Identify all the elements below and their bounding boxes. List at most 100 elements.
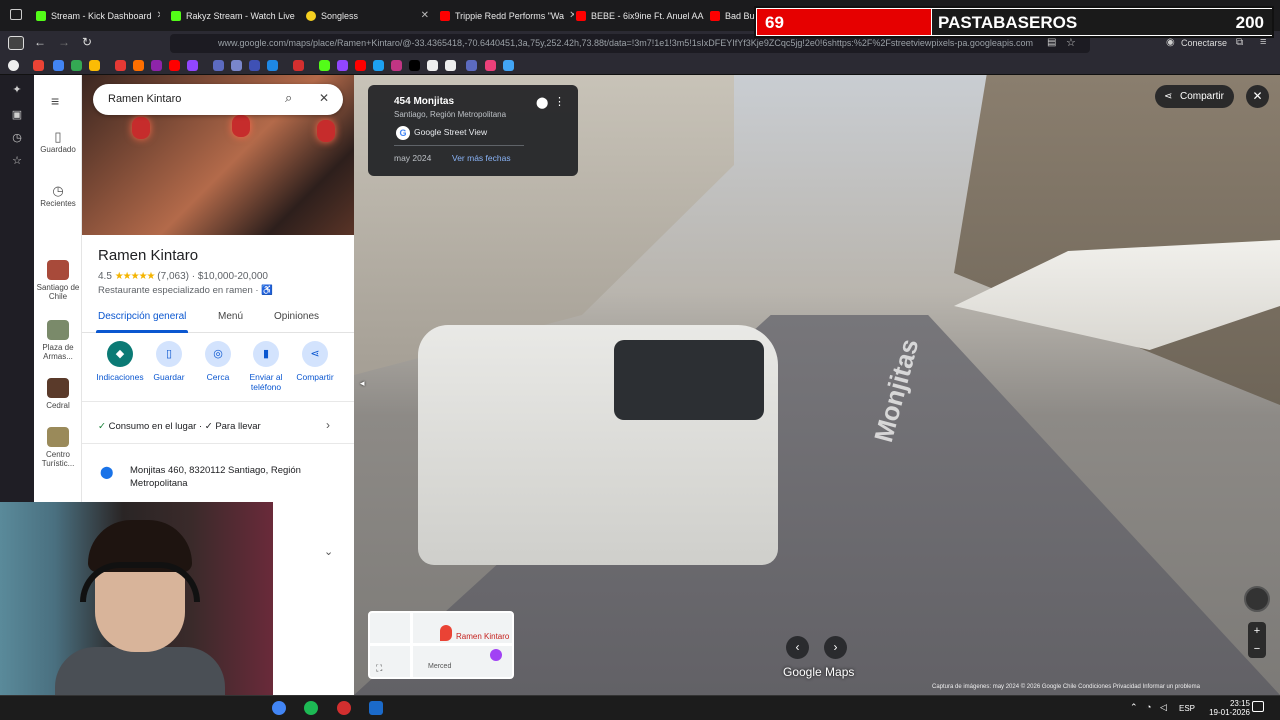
reader-icon[interactable]: ▤ <box>1047 37 1056 48</box>
star-icon[interactable]: ☆ <box>10 154 24 168</box>
bookmark-icon[interactable] <box>445 60 456 71</box>
search-box[interactable]: Ramen Kintaro ⌕ ✕ <box>93 84 343 115</box>
rail-place[interactable]: Cedral <box>34 378 82 410</box>
tab-overview[interactable]: Descripción general <box>98 311 186 322</box>
search-input[interactable]: Ramen Kintaro <box>108 93 181 105</box>
chevron-down-icon[interactable]: ⌄ <box>324 545 333 558</box>
language-indicator[interactable]: ESP <box>1179 704 1195 713</box>
share-button[interactable]: ⋖ Compartir <box>289 341 341 382</box>
bookmark-icon[interactable] <box>8 60 19 71</box>
more-dates-link[interactable]: Ver más fechas <box>452 153 511 163</box>
bookmark-icon[interactable] <box>355 60 366 71</box>
bookmark-icon[interactable] <box>249 60 260 71</box>
service-options[interactable]: ✓ Consumo en el lugar · ✓ Para llevar <box>98 421 261 432</box>
bookmark-icon[interactable] <box>409 60 420 71</box>
lantern-decoration <box>232 115 250 137</box>
bookmark-icon[interactable] <box>391 60 402 71</box>
search-icon[interactable]: ⌕ <box>285 90 292 106</box>
close-tab-icon[interactable]: ✕ <box>421 10 429 21</box>
bookmark-icon[interactable] <box>53 60 64 71</box>
map-footer[interactable]: Captura de imágenes: may 2024 © 2026 Goo… <box>932 684 1280 695</box>
bookmark-icon[interactable] <box>169 60 180 71</box>
account-icon[interactable]: ◉ <box>1166 37 1175 48</box>
spotify-icon[interactable] <box>304 701 318 715</box>
map-road <box>370 643 512 646</box>
hamburger-menu-icon[interactable]: ≡ <box>51 93 59 109</box>
zoom-control[interactable]: + − <box>1248 622 1266 658</box>
reload-icon[interactable]: ↻ <box>82 35 92 49</box>
sidebar-toggle-icon[interactable] <box>8 36 24 50</box>
bookmark-icon[interactable] <box>151 60 162 71</box>
browser-tab[interactable]: Songless ✕ <box>300 4 435 27</box>
bookmarks-icon[interactable]: ▣ <box>10 108 24 122</box>
bookmark-icon[interactable] <box>71 60 82 71</box>
close-street-view-button[interactable]: ✕ <box>1246 85 1269 108</box>
rail-recent[interactable]: ◷ Recientes <box>34 183 82 208</box>
close-tab-icon[interactable]: ✕ <box>157 10 160 21</box>
zoom-in-icon[interactable]: + <box>1248 622 1266 640</box>
directions-button[interactable]: ◆ Indicaciones <box>94 341 146 382</box>
expand-icon[interactable]: ⛶ <box>376 663 382 674</box>
bookmark-icon[interactable] <box>267 60 278 71</box>
bookmark-icon[interactable] <box>89 60 100 71</box>
review-count[interactable]: (7,063) <box>157 271 189 282</box>
bookmark-icon[interactable] <box>33 60 44 71</box>
browser-tab[interactable]: Trippie Redd Performs "Wa ✕ <box>434 4 574 27</box>
collapse-panel-icon[interactable]: ◂ <box>360 378 365 389</box>
bookmark-icon[interactable] <box>427 60 438 71</box>
bookmark-icon[interactable] <box>213 60 224 71</box>
bookmark-icon[interactable] <box>319 60 330 71</box>
clock[interactable]: 23:15 19-01-2026 <box>1209 699 1250 717</box>
next-arrow-button[interactable]: › <box>824 636 847 659</box>
browser-tab[interactable]: Stream - Kick Dashboard ✕ <box>30 4 160 27</box>
rail-place[interactable]: Santiago de Chile <box>34 260 82 301</box>
chevron-right-icon[interactable]: › <box>326 418 330 432</box>
mini-map[interactable]: Ramen Kintaro Merced ⛶ <box>368 611 514 679</box>
steam-icon[interactable] <box>369 701 383 715</box>
bookmark-icon[interactable] <box>466 60 477 71</box>
location-pin-icon[interactable]: ⬤ <box>536 96 548 109</box>
history-icon: ◷ <box>52 183 64 198</box>
bookmark-icon[interactable] <box>293 60 304 71</box>
share-street-view-button[interactable]: ⋖ Compartir <box>1155 85 1234 108</box>
bookmark-icon[interactable] <box>485 60 496 71</box>
chevron-up-icon[interactable]: ⌃ <box>1130 702 1138 713</box>
close-icon[interactable]: ✕ <box>319 91 329 105</box>
bookmark-icon[interactable] <box>187 60 198 71</box>
rail-place[interactable]: Plaza de Armas... <box>34 320 82 361</box>
bookmark-icon[interactable] <box>115 60 126 71</box>
place-category[interactable]: Restaurante especializado en ramen <box>98 285 253 296</box>
extensions-icon[interactable]: ⧉ <box>1236 37 1243 48</box>
bookmark-icon[interactable] <box>373 60 384 71</box>
back-icon[interactable]: ← <box>34 35 46 49</box>
ai-chat-icon[interactable]: ✦ <box>10 83 24 97</box>
history-icon[interactable]: ◷ <box>10 131 24 145</box>
previous-arrow-button[interactable]: ‹ <box>786 636 809 659</box>
tab-menu[interactable]: Menú <box>218 311 243 322</box>
save-button[interactable]: ▯ Guardar <box>143 341 195 382</box>
network-icon[interactable]: ◔ <box>1146 702 1151 712</box>
bookmark-icon[interactable] <box>133 60 144 71</box>
volume-icon[interactable]: ◁ <box>1160 702 1167 713</box>
bookmark-icon[interactable] <box>503 60 514 71</box>
bookmark-icon[interactable] <box>231 60 242 71</box>
tab-reviews[interactable]: Opiniones <box>274 311 319 322</box>
zoom-out-icon[interactable]: − <box>1248 640 1266 658</box>
browser-tab[interactable]: Rakyz Stream - Watch Live ✕ <box>165 4 297 27</box>
connect-button[interactable]: Conectarse <box>1181 38 1227 48</box>
tab-overview-icon[interactable] <box>10 9 22 20</box>
obs-icon[interactable] <box>337 701 351 715</box>
more-options-icon[interactable]: ⋮ <box>554 95 565 108</box>
rail-saved[interactable]: ▯ Guardado <box>34 129 82 154</box>
bookmark-icon[interactable] <box>337 60 348 71</box>
nearby-button[interactable]: ◎ Cerca <box>192 341 244 382</box>
forward-icon[interactable]: → <box>58 35 70 49</box>
chrome-icon[interactable] <box>272 701 286 715</box>
rail-place[interactable]: Centro Turístic... <box>34 427 82 468</box>
send-to-phone-button[interactable]: ▮ Enviar al teléfono <box>240 341 292 392</box>
sv-date: may 2024 <box>394 153 432 163</box>
notifications-icon[interactable] <box>1252 701 1264 712</box>
place-address[interactable]: Monjitas 460, 8320112 Santiago, Región M… <box>130 464 330 490</box>
browser-tab[interactable]: BEBE - 6ix9ine Ft. Anuel AA ✕ <box>570 4 704 27</box>
compass-icon[interactable] <box>1244 586 1270 612</box>
